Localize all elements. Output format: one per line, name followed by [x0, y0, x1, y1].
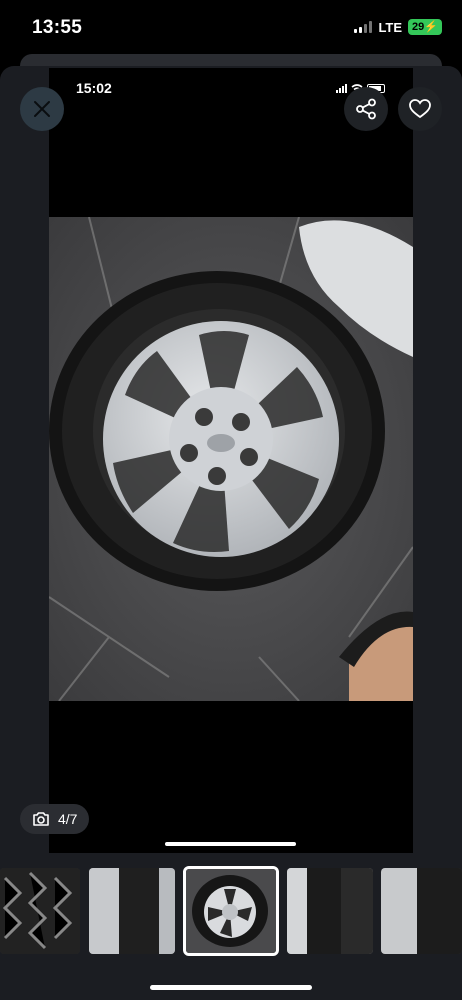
thumbnail-2[interactable] [89, 868, 175, 954]
main-photo[interactable] [49, 217, 413, 701]
thumbnail-strip [0, 866, 462, 958]
battery-level: 29 [412, 21, 425, 33]
photo-inner-time: 15:02 [76, 80, 112, 96]
heart-icon [409, 99, 431, 119]
thumbnail-4-image [287, 868, 373, 954]
status-indicators: LTE 29⚡ [354, 19, 442, 35]
thumbnail-2-image [89, 868, 175, 954]
network-type: LTE [378, 19, 403, 35]
thumbnail-1[interactable] [0, 868, 80, 954]
share-icon [356, 98, 376, 120]
battery-icon: 29⚡ [408, 19, 442, 35]
thumbnail-4[interactable] [287, 868, 373, 954]
favorite-button[interactable] [398, 87, 442, 131]
thumbnail-1-image [0, 868, 80, 954]
close-button[interactable] [20, 87, 64, 131]
thumbnail-5[interactable] [381, 868, 462, 954]
share-button[interactable] [344, 87, 388, 131]
home-indicator [150, 985, 312, 990]
photo-counter: 4/7 [20, 804, 90, 834]
status-time: 13:55 [32, 17, 83, 38]
thumbnail-3-active[interactable] [183, 866, 279, 956]
close-icon [34, 101, 50, 117]
photo-counter-text: 4/7 [58, 811, 78, 827]
signal-icon [354, 21, 373, 33]
tire-photo [49, 217, 413, 701]
camera-icon [33, 812, 49, 826]
status-bar: 13:55 LTE 29⚡ [0, 0, 462, 56]
sheet-grabber[interactable] [165, 842, 296, 846]
thumbnail-5-image [381, 868, 462, 954]
thumbnail-3-image [186, 869, 276, 953]
